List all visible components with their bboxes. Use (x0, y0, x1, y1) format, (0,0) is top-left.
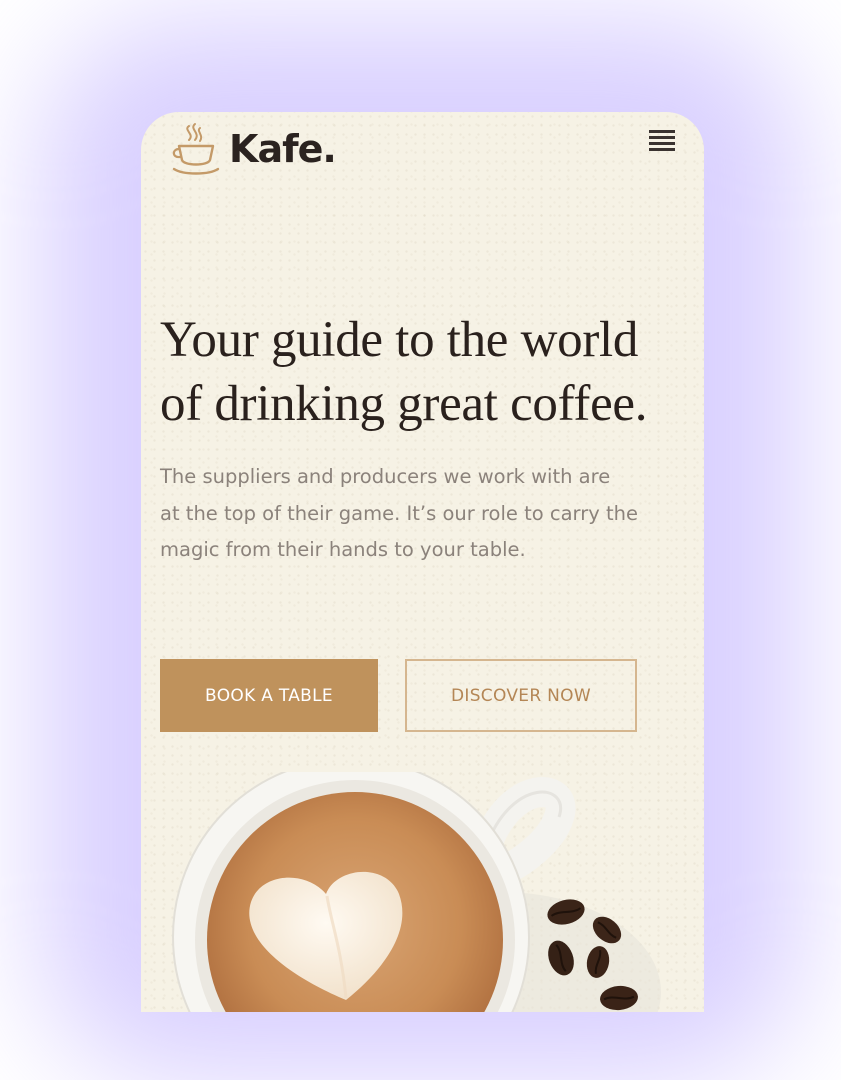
site-header: Kafe. (141, 112, 704, 192)
hero-title-line: Your guide to the world (160, 312, 639, 368)
mobile-screen: Kafe. Your guide to the world of drinkin… (141, 112, 704, 1012)
hero-subtitle: The suppliers and producers we work with… (160, 459, 700, 569)
discover-now-button[interactable]: DISCOVER NOW (405, 659, 637, 732)
hero-subtitle-line: magic from their hands to your table. (160, 538, 526, 561)
book-table-button[interactable]: BOOK A TABLE (160, 659, 378, 732)
hero-subtitle-line: The suppliers and producers we work with… (160, 465, 611, 488)
hamburger-menu-icon[interactable] (649, 130, 675, 156)
brand-name: Kafe. (229, 127, 337, 171)
hero-subtitle-line: at the top of their game. It’s our role … (160, 501, 638, 525)
hero-title: Your guide to the world of drinking grea… (160, 308, 680, 436)
coffee-cup-icon (169, 122, 221, 176)
brand-logo[interactable]: Kafe. (169, 122, 337, 176)
hero-title-line: of drinking great coffee. (160, 376, 648, 432)
latte-illustration (141, 758, 704, 1012)
